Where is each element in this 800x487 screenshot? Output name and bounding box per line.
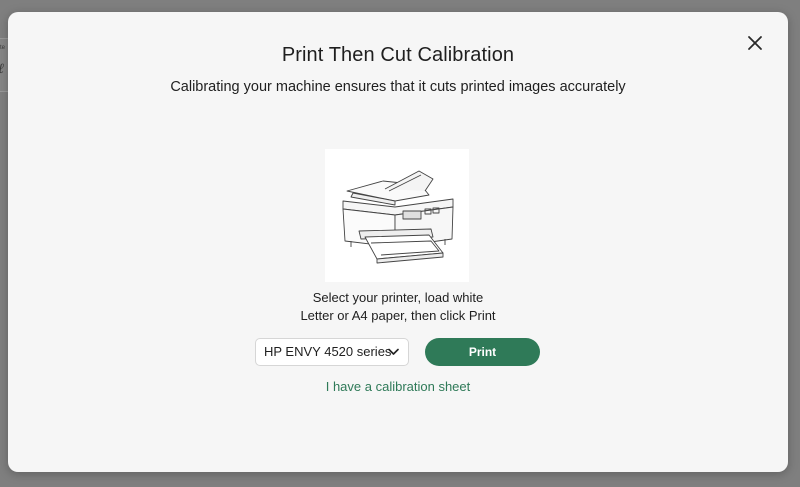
- dialog-subtitle: Calibrating your machine ensures that it…: [170, 79, 626, 95]
- print-button[interactable]: Print: [425, 338, 540, 366]
- instructions-text: Select your printer, load white Letter o…: [248, 289, 548, 325]
- instructions-line-1: Select your printer, load white: [312, 290, 484, 305]
- dialog-title: Print Then Cut Calibration: [281, 44, 515, 66]
- printer-icon: [342, 170, 454, 264]
- background-fragment: te: [0, 45, 6, 51]
- calibration-sheet-link[interactable]: I have a calibration sheet: [248, 379, 548, 394]
- printer-select-value: HP ENVY 4520 series: [264, 344, 392, 359]
- chevron-down-icon: [388, 348, 399, 355]
- printer-illustration: [325, 149, 469, 282]
- instructions-line-2: Letter or A4 paper, then click Print: [300, 308, 496, 323]
- background-scribble: ℓ: [0, 61, 4, 78]
- calibration-dialog: Print Then Cut Calibration Calibrating y…: [8, 12, 788, 472]
- printer-select[interactable]: HP ENVY 4520 series: [255, 338, 409, 366]
